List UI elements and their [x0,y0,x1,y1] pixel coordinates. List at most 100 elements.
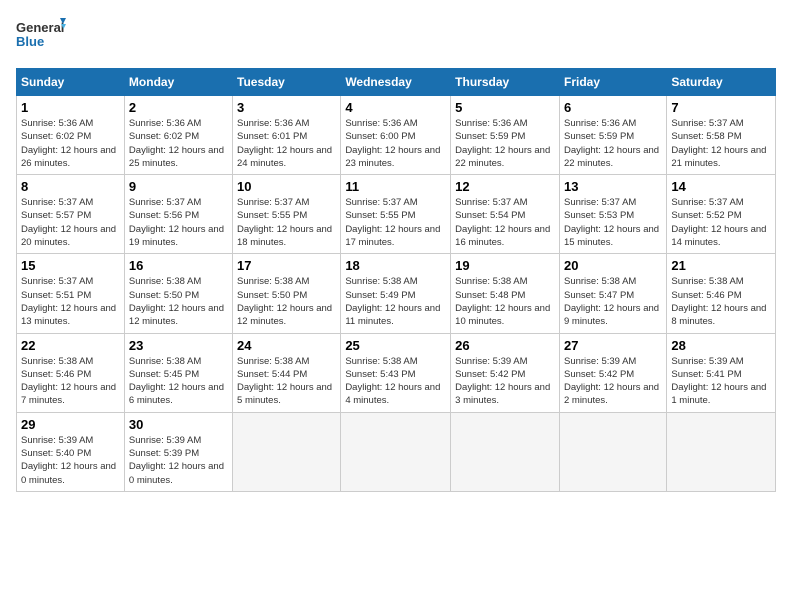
calendar-cell: 30 Sunrise: 5:39 AM Sunset: 5:39 PM Dayl… [124,412,232,491]
page-header: General Blue [16,16,776,60]
day-number: 30 [129,417,228,432]
calendar-cell: 25 Sunrise: 5:38 AM Sunset: 5:43 PM Dayl… [341,333,451,412]
weekday-header-wednesday: Wednesday [341,69,451,96]
calendar-week-4: 22 Sunrise: 5:38 AM Sunset: 5:46 PM Dayl… [17,333,776,412]
day-info: Sunrise: 5:38 AM Sunset: 5:43 PM Dayligh… [345,355,446,408]
calendar-cell [341,412,451,491]
day-number: 5 [455,100,555,115]
day-number: 20 [564,258,662,273]
day-number: 18 [345,258,446,273]
weekday-header-saturday: Saturday [667,69,776,96]
calendar-cell: 29 Sunrise: 5:39 AM Sunset: 5:40 PM Dayl… [17,412,125,491]
weekday-header-friday: Friday [559,69,666,96]
calendar-cell: 27 Sunrise: 5:39 AM Sunset: 5:42 PM Dayl… [559,333,666,412]
day-number: 13 [564,179,662,194]
calendar-cell: 24 Sunrise: 5:38 AM Sunset: 5:44 PM Dayl… [233,333,341,412]
calendar-cell: 11 Sunrise: 5:37 AM Sunset: 5:55 PM Dayl… [341,175,451,254]
day-number: 10 [237,179,336,194]
day-number: 1 [21,100,120,115]
day-info: Sunrise: 5:37 AM Sunset: 5:55 PM Dayligh… [345,196,446,249]
calendar-cell: 15 Sunrise: 5:37 AM Sunset: 5:51 PM Dayl… [17,254,125,333]
calendar-cell: 26 Sunrise: 5:39 AM Sunset: 5:42 PM Dayl… [451,333,560,412]
calendar-cell: 4 Sunrise: 5:36 AM Sunset: 6:00 PM Dayli… [341,96,451,175]
day-info: Sunrise: 5:38 AM Sunset: 5:46 PM Dayligh… [21,355,120,408]
day-info: Sunrise: 5:39 AM Sunset: 5:41 PM Dayligh… [671,355,771,408]
calendar-week-2: 8 Sunrise: 5:37 AM Sunset: 5:57 PM Dayli… [17,175,776,254]
day-info: Sunrise: 5:36 AM Sunset: 6:01 PM Dayligh… [237,117,336,170]
calendar-cell: 8 Sunrise: 5:37 AM Sunset: 5:57 PM Dayli… [17,175,125,254]
calendar-cell: 6 Sunrise: 5:36 AM Sunset: 5:59 PM Dayli… [559,96,666,175]
calendar-week-3: 15 Sunrise: 5:37 AM Sunset: 5:51 PM Dayl… [17,254,776,333]
day-number: 28 [671,338,771,353]
day-number: 7 [671,100,771,115]
calendar-table: SundayMondayTuesdayWednesdayThursdayFrid… [16,68,776,492]
day-number: 17 [237,258,336,273]
day-info: Sunrise: 5:39 AM Sunset: 5:42 PM Dayligh… [455,355,555,408]
day-info: Sunrise: 5:38 AM Sunset: 5:46 PM Dayligh… [671,275,771,328]
calendar-cell: 19 Sunrise: 5:38 AM Sunset: 5:48 PM Dayl… [451,254,560,333]
day-number: 23 [129,338,228,353]
day-number: 16 [129,258,228,273]
calendar-cell: 20 Sunrise: 5:38 AM Sunset: 5:47 PM Dayl… [559,254,666,333]
day-info: Sunrise: 5:39 AM Sunset: 5:42 PM Dayligh… [564,355,662,408]
day-info: Sunrise: 5:37 AM Sunset: 5:52 PM Dayligh… [671,196,771,249]
calendar-cell: 18 Sunrise: 5:38 AM Sunset: 5:49 PM Dayl… [341,254,451,333]
day-number: 9 [129,179,228,194]
calendar-cell: 10 Sunrise: 5:37 AM Sunset: 5:55 PM Dayl… [233,175,341,254]
day-number: 14 [671,179,771,194]
logo: General Blue [16,16,66,60]
calendar-cell [559,412,666,491]
day-info: Sunrise: 5:36 AM Sunset: 6:02 PM Dayligh… [129,117,228,170]
day-number: 19 [455,258,555,273]
day-number: 24 [237,338,336,353]
calendar-cell: 9 Sunrise: 5:37 AM Sunset: 5:56 PM Dayli… [124,175,232,254]
day-number: 25 [345,338,446,353]
day-info: Sunrise: 5:39 AM Sunset: 5:39 PM Dayligh… [129,434,228,487]
day-info: Sunrise: 5:36 AM Sunset: 5:59 PM Dayligh… [455,117,555,170]
calendar-cell: 16 Sunrise: 5:38 AM Sunset: 5:50 PM Dayl… [124,254,232,333]
day-info: Sunrise: 5:37 AM Sunset: 5:56 PM Dayligh… [129,196,228,249]
calendar-cell [451,412,560,491]
calendar-cell: 13 Sunrise: 5:37 AM Sunset: 5:53 PM Dayl… [559,175,666,254]
day-number: 11 [345,179,446,194]
weekday-header-sunday: Sunday [17,69,125,96]
day-number: 3 [237,100,336,115]
svg-text:Blue: Blue [16,34,44,49]
calendar-cell: 23 Sunrise: 5:38 AM Sunset: 5:45 PM Dayl… [124,333,232,412]
day-number: 27 [564,338,662,353]
calendar-week-5: 29 Sunrise: 5:39 AM Sunset: 5:40 PM Dayl… [17,412,776,491]
weekday-header-monday: Monday [124,69,232,96]
day-number: 26 [455,338,555,353]
day-number: 2 [129,100,228,115]
day-number: 12 [455,179,555,194]
calendar-cell: 22 Sunrise: 5:38 AM Sunset: 5:46 PM Dayl… [17,333,125,412]
day-number: 15 [21,258,120,273]
day-info: Sunrise: 5:38 AM Sunset: 5:50 PM Dayligh… [129,275,228,328]
day-info: Sunrise: 5:38 AM Sunset: 5:47 PM Dayligh… [564,275,662,328]
day-info: Sunrise: 5:37 AM Sunset: 5:53 PM Dayligh… [564,196,662,249]
day-info: Sunrise: 5:37 AM Sunset: 5:55 PM Dayligh… [237,196,336,249]
logo-svg: General Blue [16,16,66,60]
day-number: 29 [21,417,120,432]
day-number: 6 [564,100,662,115]
calendar-cell: 1 Sunrise: 5:36 AM Sunset: 6:02 PM Dayli… [17,96,125,175]
day-info: Sunrise: 5:37 AM Sunset: 5:57 PM Dayligh… [21,196,120,249]
calendar-cell: 17 Sunrise: 5:38 AM Sunset: 5:50 PM Dayl… [233,254,341,333]
calendar-cell: 12 Sunrise: 5:37 AM Sunset: 5:54 PM Dayl… [451,175,560,254]
svg-text:General: General [16,20,64,35]
day-info: Sunrise: 5:36 AM Sunset: 6:00 PM Dayligh… [345,117,446,170]
day-info: Sunrise: 5:37 AM Sunset: 5:54 PM Dayligh… [455,196,555,249]
day-info: Sunrise: 5:37 AM Sunset: 5:51 PM Dayligh… [21,275,120,328]
calendar-cell: 14 Sunrise: 5:37 AM Sunset: 5:52 PM Dayl… [667,175,776,254]
day-info: Sunrise: 5:36 AM Sunset: 6:02 PM Dayligh… [21,117,120,170]
calendar-cell: 3 Sunrise: 5:36 AM Sunset: 6:01 PM Dayli… [233,96,341,175]
day-info: Sunrise: 5:38 AM Sunset: 5:48 PM Dayligh… [455,275,555,328]
day-number: 21 [671,258,771,273]
calendar-cell [233,412,341,491]
day-number: 4 [345,100,446,115]
calendar-cell: 7 Sunrise: 5:37 AM Sunset: 5:58 PM Dayli… [667,96,776,175]
calendar-cell [667,412,776,491]
day-number: 22 [21,338,120,353]
day-info: Sunrise: 5:39 AM Sunset: 5:40 PM Dayligh… [21,434,120,487]
day-info: Sunrise: 5:38 AM Sunset: 5:44 PM Dayligh… [237,355,336,408]
